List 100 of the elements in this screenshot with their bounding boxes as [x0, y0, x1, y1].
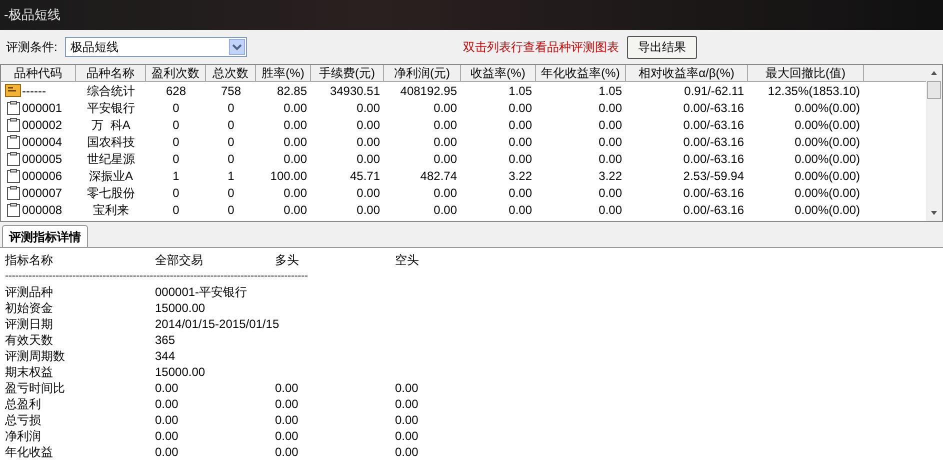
table-cell-text: 0.00 [356, 116, 380, 134]
detail-cell-text: 0.00 [155, 396, 180, 412]
table-cell-text: 2.53/-59.94 [683, 168, 744, 184]
table-cell-text: 100.00 [270, 168, 307, 184]
detail-cell-text: 0.00 [395, 412, 420, 428]
table-cell-text: 0.00 [598, 100, 622, 116]
table-cell-text: 0.00 [356, 202, 380, 218]
table-cell-text: 0.00%(0.00) [794, 100, 860, 116]
table-cell-text: 0.00 [356, 134, 380, 150]
window-title: -极品短线 [4, 6, 60, 24]
detail-cell-text: 0.00 [275, 396, 300, 412]
table-cell-text: 0.00 [284, 202, 307, 218]
column-header[interactable]: 总次数 [206, 65, 256, 81]
column-header[interactable]: 最大回撤比(值) [748, 65, 864, 81]
table-cell-text: 408192.95 [400, 82, 457, 100]
scrollbar[interactable] [926, 65, 942, 221]
table-cell-text: 0.00%(0.00) [794, 168, 860, 184]
column-header[interactable]: 品种代码 [1, 65, 76, 81]
table-cell-text: 平安银行 [87, 100, 135, 116]
table-cell-text: 1.05 [508, 82, 532, 100]
detail-cell-text: 期末权益 [5, 364, 54, 380]
table-cell-text: 0 [228, 150, 234, 168]
column-header[interactable]: 相对收益率α/β(%) [626, 65, 748, 81]
table-cell-text: 世纪星源 [87, 150, 135, 168]
table-cell-text: 1 [228, 168, 234, 184]
table-cell-text: 000005 [22, 150, 62, 168]
detail-cell-text: 0.00 [275, 444, 300, 460]
table-cell-text: 0.00 [434, 116, 457, 134]
detail-cell-text: 净利润 [5, 428, 42, 444]
table-cell-text: 0.00 [434, 202, 457, 218]
column-header[interactable]: 胜率(%) [256, 65, 311, 81]
detail-cell-text: 0.00 [155, 444, 180, 460]
table-cell-text: 000007 [22, 184, 62, 202]
table-cell-text: 482.74 [420, 168, 457, 184]
table-cell-text: 0 [228, 184, 234, 202]
scroll-thumb[interactable] [927, 81, 941, 99]
table-cell-text: 45.71 [350, 168, 380, 184]
table-cell-text: 0 [228, 202, 234, 218]
detail-cell-text: 0.00 [155, 428, 180, 444]
clipboard-icon [7, 152, 20, 166]
table-cell-text: 0.00%(0.00) [794, 134, 860, 150]
table-cell-text: 0.00 [508, 150, 532, 168]
table-cell-text: 000004 [22, 134, 62, 150]
table-cell-text: 758 [220, 82, 242, 100]
table-cell-text: 0.00 [434, 100, 457, 116]
folder-icon [5, 84, 21, 97]
detail-cell-text: 初始资金 [5, 300, 54, 316]
table-cell-text: 0.00/-63.16 [683, 100, 744, 116]
table-cell-text: 0 [228, 134, 234, 150]
detail-cell-text: 年化收益 [5, 444, 54, 460]
table-cell-text: 0 [172, 100, 180, 116]
table-cell-text: 0 [172, 116, 180, 134]
table-cell-text: 0 [228, 116, 234, 134]
detail-cell-text: 344 [155, 348, 176, 364]
table-cell-text: 0.00 [356, 150, 380, 168]
detail-cell-text: 0.00 [395, 396, 420, 412]
table-cell-text: 0.00%(0.00) [794, 150, 860, 168]
detail-header: 全部交易 [155, 252, 204, 268]
table-cell-text: 0.00 [508, 202, 532, 218]
detail-cell-text: 有效天数 [5, 332, 54, 348]
clipboard-icon [7, 168, 20, 182]
detail-cell-text: 15000.00 [155, 300, 206, 316]
column-header[interactable]: 年化收益率(%) [536, 65, 626, 81]
detail-cell-text: 0.00 [275, 412, 300, 428]
detail-cell-text: 总亏损 [5, 412, 42, 428]
table-cell-text: 万 科A [92, 116, 130, 134]
detail-cell-text: 0.00 [395, 380, 420, 396]
table-cell-text: 0.00 [284, 150, 307, 168]
detail-cell-text: 000001-平安银行 [155, 284, 248, 300]
table-cell-text: 0.00 [284, 116, 307, 134]
table-cell-text: 0.00 [356, 184, 380, 202]
table-cell-text: 000002 [22, 116, 62, 134]
column-header[interactable]: 收益率(%) [461, 65, 536, 81]
detail-tab[interactable]: 评测指标详情 [2, 225, 88, 247]
condition-dropdown[interactable]: 极品短线 [65, 37, 248, 57]
detail-cell-text: 0.00 [395, 428, 420, 444]
detail-cell-text: 评测周期数 [5, 348, 66, 364]
column-header[interactable]: 品种名称 [76, 65, 146, 81]
table-cell-text: 0.00 [284, 100, 307, 116]
column-header[interactable]: 净利润(元) [384, 65, 461, 81]
table-cell-text: 0.00 [508, 184, 532, 202]
table-cell-text: 0.00 [598, 134, 622, 150]
table-cell-text: 1 [172, 168, 180, 184]
table-cell-text: 0.00 [598, 116, 622, 134]
table-cell-text: 0.00 [598, 184, 622, 202]
clipboard-icon [7, 186, 20, 200]
column-header[interactable]: 手续费(元) [311, 65, 384, 81]
detail-header: 指标名称 [5, 252, 54, 268]
table-cell-text: 0.91/-62.11 [684, 82, 744, 100]
table-cell-text: 12.35%(1853.10) [768, 82, 860, 100]
clipboard-icon [7, 100, 20, 114]
detail-cell-text: 盈亏时间比 [5, 380, 66, 396]
column-header[interactable]: 盈利次数 [146, 65, 206, 81]
export-button[interactable]: 导出结果 [627, 36, 697, 58]
table-cell-text: 0.00 [356, 100, 380, 116]
table-cell-text: 0.00 [434, 150, 457, 168]
table-cell-text: 82.85 [276, 82, 307, 100]
table-cell-text: 0 [172, 184, 180, 202]
detail-header: 多头 [275, 252, 300, 268]
table-cell-text: 0.00 [284, 184, 307, 202]
